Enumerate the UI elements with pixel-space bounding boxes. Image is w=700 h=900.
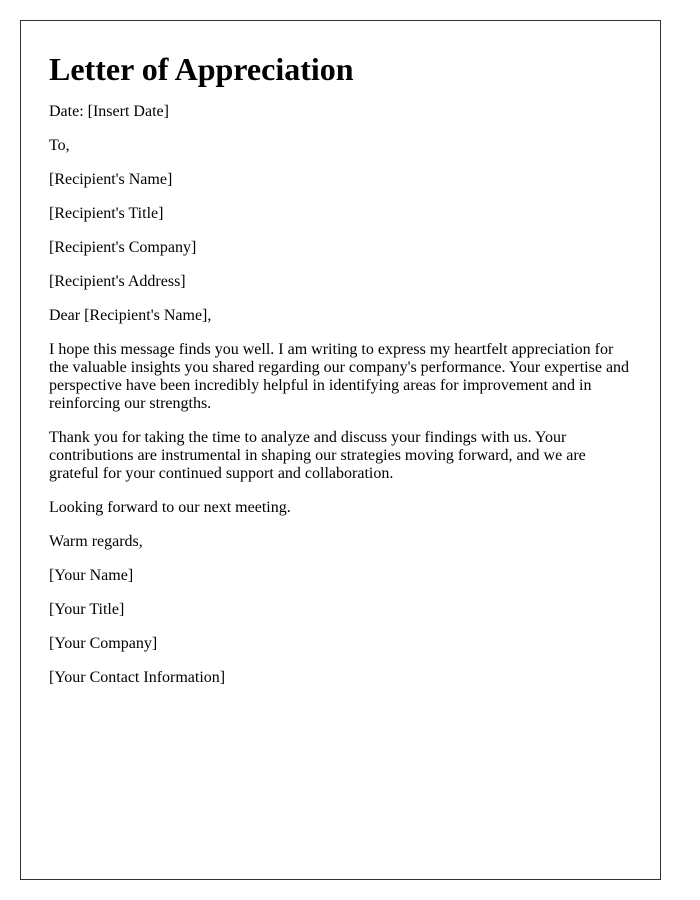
date-line: Date: [Insert Date] xyxy=(49,103,169,120)
sender-title: [Your Title] xyxy=(49,601,125,618)
letter-title: Letter of Appreciation xyxy=(49,51,354,87)
to-line: To, xyxy=(49,137,70,154)
sender-company: [Your Company] xyxy=(49,635,158,652)
recipient-title: [Recipient's Title] xyxy=(49,205,164,222)
body-paragraph-1: I hope this message finds you well. I am… xyxy=(49,341,630,412)
letter-container: Letter of Appreciation Date: [Insert Dat… xyxy=(20,20,661,880)
closing: Warm regards, xyxy=(49,533,143,550)
sender-name: [Your Name] xyxy=(49,567,134,584)
salutation: Dear [Recipient's Name], xyxy=(49,307,212,324)
recipient-address: [Recipient's Address] xyxy=(49,273,186,290)
body-paragraph-3: Looking forward to our next meeting. xyxy=(49,499,291,516)
recipient-name: [Recipient's Name] xyxy=(49,171,173,188)
recipient-company: [Recipient's Company] xyxy=(49,239,197,256)
sender-contact: [Your Contact Information] xyxy=(49,669,226,686)
body-paragraph-2: Thank you for taking the time to analyze… xyxy=(49,429,586,482)
